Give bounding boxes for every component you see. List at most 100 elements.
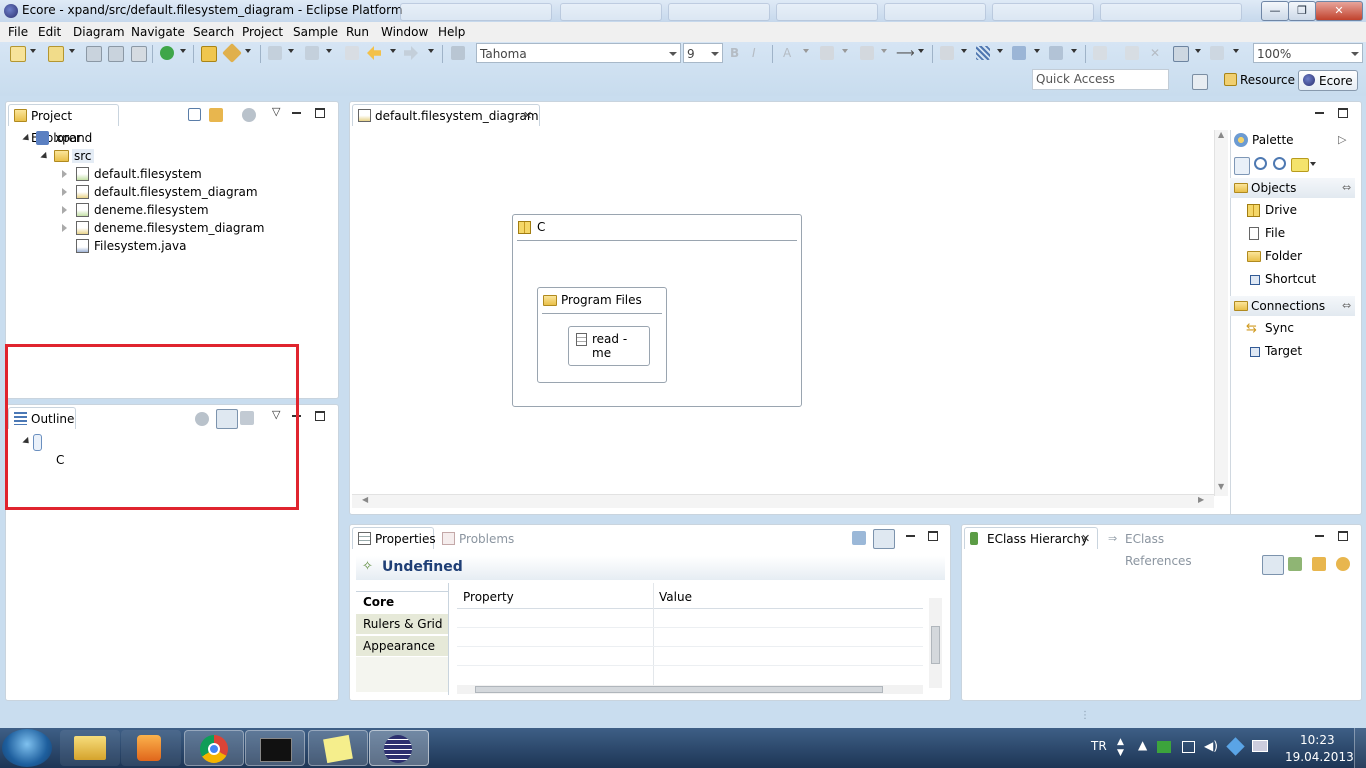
horizontal-scrollbar[interactable] [457, 685, 923, 694]
supertype-hierarchy-icon[interactable] [1288, 557, 1302, 571]
run-icon[interactable] [160, 46, 174, 60]
tab-problems[interactable]: Problems [436, 527, 516, 549]
palette-tool-sync[interactable]: Sync [1265, 321, 1294, 335]
dropdown-arrow-icon[interactable] [1071, 49, 1077, 53]
arrange-icon[interactable] [1012, 46, 1026, 60]
palette-tool-target[interactable]: Target [1265, 344, 1302, 358]
show-categories-icon[interactable] [873, 529, 895, 549]
select-tool-icon[interactable] [1234, 157, 1250, 175]
pin-editor-icon[interactable] [451, 46, 465, 60]
font-size-select[interactable]: 9 [683, 43, 723, 63]
menu-diagram[interactable]: Diagram [73, 25, 125, 39]
pin-drawer-icon[interactable]: ⇔ [1342, 178, 1351, 198]
type-hierarchy-icon[interactable] [1262, 555, 1284, 575]
show-desktop-button[interactable] [1354, 728, 1366, 768]
line-color-icon[interactable] [860, 46, 874, 60]
pin-drawer-icon[interactable]: ⇔ [1342, 296, 1351, 316]
tree-folder-src[interactable]: src [72, 149, 94, 163]
tab-eclass-references[interactable]: ⇒ EClass References [1102, 527, 1227, 568]
taskbar-sticky-notes[interactable] [308, 730, 368, 766]
clock-date[interactable]: 19.04.2013 [1285, 750, 1354, 764]
tree-file[interactable]: default.filesystem [94, 167, 202, 181]
save-icon[interactable] [86, 46, 102, 62]
tab-default-filesystem-diagram[interactable]: default.filesystem_diagram ✕ [352, 104, 540, 126]
taskbar-chrome[interactable] [184, 730, 244, 766]
minimize-button[interactable]: — [1261, 1, 1289, 21]
palette-tool-file[interactable]: File [1265, 226, 1285, 240]
route-icon[interactable] [1210, 46, 1224, 60]
filter-icon[interactable] [1093, 46, 1107, 60]
minimize-view-button[interactable] [906, 535, 915, 537]
prop-tab-appearance[interactable]: Appearance [356, 635, 448, 656]
col-property[interactable]: Property [463, 590, 514, 604]
scroll-left-icon[interactable]: ◀ [362, 495, 368, 504]
dropdown-arrow-icon[interactable] [428, 49, 434, 53]
connector-icon[interactable] [940, 46, 954, 60]
tab-eclass-hierarchy[interactable]: EClass Hierarchy ✕ [964, 527, 1098, 549]
display-tray-icon[interactable] [1252, 740, 1268, 752]
minimize-view-button[interactable] [292, 112, 301, 114]
align-icon[interactable] [1049, 46, 1063, 60]
maximize-view-button[interactable] [1338, 108, 1348, 118]
collapse-icon[interactable] [62, 188, 67, 196]
refresh-icon[interactable] [1336, 557, 1350, 571]
taskbar-cmd[interactable] [245, 730, 305, 766]
make-same-size-icon[interactable] [1173, 46, 1189, 62]
collapse-all-icon[interactable] [188, 108, 201, 121]
menu-run[interactable]: Run [346, 25, 369, 39]
dropdown-arrow-icon[interactable] [803, 49, 809, 53]
dropdown-arrow-icon[interactable] [1233, 49, 1239, 53]
expand-icon[interactable] [40, 151, 50, 162]
bold-icon[interactable]: B [730, 46, 744, 60]
tray-expand-icon[interactable]: ▲ [1117, 737, 1124, 747]
minimize-view-button[interactable] [1315, 112, 1324, 114]
scroll-right-icon[interactable]: ▶ [1198, 495, 1204, 504]
maximize-view-button[interactable] [315, 108, 325, 118]
last-edit-icon[interactable] [345, 46, 359, 60]
scroll-thumb[interactable] [931, 626, 940, 664]
maximize-view-button[interactable] [1338, 531, 1348, 541]
tree-project-xpand[interactable]: xpand [55, 131, 92, 145]
menu-project[interactable]: Project [242, 25, 283, 39]
tree-file[interactable]: deneme.filesystem [94, 203, 209, 217]
tray-collapse-icon[interactable]: ▼ [1117, 748, 1124, 758]
dropdown-arrow-icon[interactable] [881, 49, 887, 53]
language-indicator[interactable]: TR [1091, 739, 1107, 753]
perspective-ecore[interactable]: Ecore [1298, 70, 1358, 91]
dropdown-arrow-icon[interactable] [69, 49, 75, 53]
prop-tab-rulers[interactable]: Rulers & Grid [356, 613, 448, 634]
italic-icon[interactable]: I [752, 46, 766, 60]
collapse-icon[interactable] [62, 206, 67, 214]
zoom-in-icon[interactable] [1254, 157, 1267, 170]
tab-properties[interactable]: Properties [352, 527, 436, 549]
perspective-resource[interactable]: Resource [1220, 70, 1295, 91]
file-shape[interactable]: read - me [568, 326, 650, 366]
quick-access-input[interactable]: Quick Access [1032, 69, 1169, 90]
dropdown-arrow-icon[interactable] [997, 49, 1003, 53]
dropdown-arrow-icon[interactable] [961, 49, 967, 53]
dropdown-arrow-icon[interactable] [288, 49, 294, 53]
line-style-icon[interactable]: ⟶ [896, 46, 915, 61]
menu-sample[interactable]: Sample [293, 25, 338, 39]
dropdown-arrow-icon[interactable] [1195, 49, 1201, 53]
palette-tool-folder[interactable]: Folder [1265, 249, 1302, 263]
remove-icon[interactable]: ✕ [1150, 46, 1164, 60]
close-tab-icon[interactable]: ✕ [1081, 528, 1090, 550]
menu-window[interactable]: Window [381, 25, 428, 39]
view-menu-icon[interactable] [242, 108, 256, 122]
note-icon[interactable] [1291, 158, 1309, 172]
pin-properties-icon[interactable] [852, 531, 866, 545]
maximize-button[interactable]: ❐ [1288, 1, 1316, 21]
print-icon[interactable] [131, 46, 147, 62]
dropdown-arrow-icon[interactable] [842, 49, 848, 53]
show-hidden-icons-icon[interactable]: ▲ [1138, 738, 1147, 752]
delete-icon[interactable] [1125, 46, 1139, 60]
dropdown-arrow-icon[interactable] [1310, 162, 1316, 166]
palette-collapse-icon[interactable]: ▷ [1338, 133, 1346, 146]
font-name-select[interactable]: Tahoma [476, 43, 681, 63]
volume-icon[interactable]: ◀) [1204, 739, 1218, 753]
new-icon[interactable] [10, 46, 26, 62]
palette-tool-shortcut[interactable]: Shortcut [1265, 272, 1316, 286]
vertical-scrollbar[interactable]: ▲ ▼ [1214, 130, 1228, 496]
drive-shape[interactable]: C Program Files read - me [512, 214, 802, 407]
